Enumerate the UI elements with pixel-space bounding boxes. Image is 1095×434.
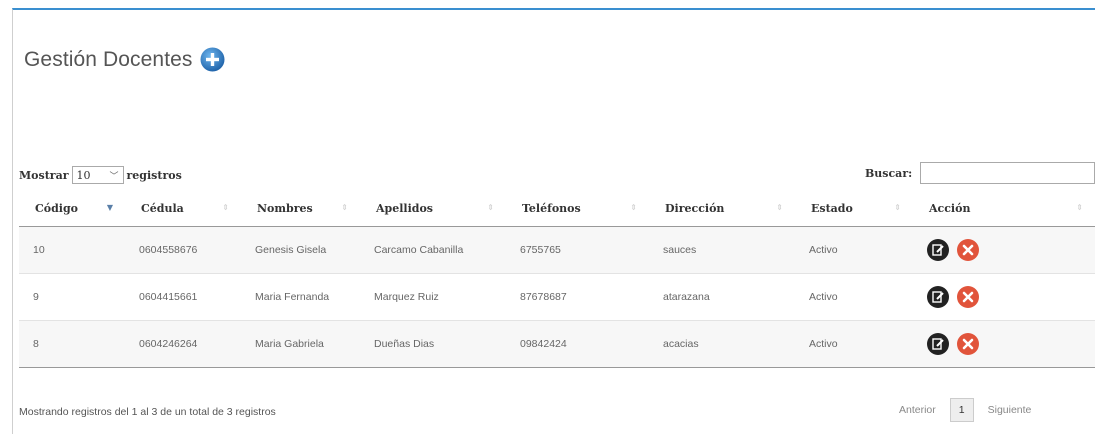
row-actions — [927, 286, 1095, 308]
col-direccion[interactable]: Dirección ⇕ — [649, 190, 795, 227]
prev-page-button[interactable]: Anterior — [889, 399, 946, 421]
plus-circle-icon — [200, 47, 225, 72]
cell-cedula: 0604246264 — [125, 320, 241, 368]
cell-estado: Activo — [795, 273, 913, 321]
cell-codigo: 8 — [19, 320, 125, 368]
delete-icon[interactable] — [957, 333, 979, 355]
sort-icon: ⇕ — [222, 202, 229, 212]
col-codigo[interactable]: Código ▼ — [19, 190, 125, 227]
x-icon — [962, 244, 974, 256]
search-label: Buscar: — [865, 166, 913, 180]
docentes-table: Código ▼ Cédula ⇕ Nombres ⇕ Apellidos ⇕ Telé… — [19, 190, 1095, 368]
cell-nombres: Maria Fernanda — [241, 273, 360, 321]
edit-icon[interactable] — [927, 286, 949, 308]
add-docente-button[interactable] — [200, 47, 225, 72]
cell-direccion: sauces — [649, 226, 795, 274]
page-1-button[interactable]: 1 — [949, 398, 974, 422]
cell-nombres: Maria Gabriela — [241, 320, 360, 368]
x-icon — [962, 291, 974, 303]
sort-icon: ⇕ — [1076, 202, 1083, 212]
search-input[interactable] — [920, 162, 1095, 184]
delete-icon[interactable] — [957, 286, 979, 308]
sort-icon: ⇕ — [487, 202, 494, 212]
sort-icon: ⇕ — [894, 202, 901, 212]
col-apellidos[interactable]: Apellidos ⇕ — [360, 190, 506, 227]
search: Buscar: — [865, 162, 1095, 184]
table-row: 9 0604415661 Maria Fernanda Marquez Ruiz 876… — [19, 273, 1095, 321]
sort-desc-icon: ▼ — [106, 202, 113, 212]
cell-cedula: 0604415661 — [125, 273, 241, 321]
show-label: Mostrar — [19, 168, 69, 182]
cell-direccion: acacias — [649, 320, 795, 368]
cell-direccion: atarazana — [649, 273, 795, 321]
edit-icon[interactable] — [927, 333, 949, 355]
cell-telefono: 09842424 — [506, 320, 649, 368]
col-cedula[interactable]: Cédula ⇕ — [125, 190, 241, 227]
col-nombres[interactable]: Nombres ⇕ — [241, 190, 360, 227]
pagination: Anterior 1 Siguiente — [889, 398, 1041, 422]
col-estado[interactable]: Estado ⇕ — [795, 190, 913, 227]
page-length: Mostrar 10 ﹀ registros — [19, 166, 182, 184]
page-size-value: 10 — [76, 168, 91, 182]
title-row: Gestión Docentes — [24, 47, 225, 72]
sort-icon: ⇕ — [341, 202, 348, 212]
col-telefonos[interactable]: Teléfonos ⇕ — [506, 190, 649, 227]
sort-icon: ⇕ — [776, 202, 783, 212]
cell-apellidos: Dueñas Dias — [360, 320, 506, 368]
cell-accion — [913, 320, 1095, 368]
table-controls: Mostrar 10 ﹀ registros Buscar: — [19, 162, 1095, 186]
table-header-row: Código ▼ Cédula ⇕ Nombres ⇕ Apellidos ⇕ Telé… — [19, 190, 1095, 227]
records-info: Mostrando registros del 1 al 3 de un tot… — [19, 406, 276, 418]
row-actions — [927, 239, 1095, 261]
next-page-button[interactable]: Siguiente — [978, 399, 1042, 421]
cell-apellidos: Marquez Ruiz — [360, 273, 506, 321]
cell-telefono: 6755765 — [506, 226, 649, 274]
pencil-icon — [932, 291, 944, 303]
cell-codigo: 9 — [19, 273, 125, 321]
cell-accion — [913, 226, 1095, 274]
edit-icon[interactable] — [927, 239, 949, 261]
sort-icon: ⇕ — [630, 202, 637, 212]
cell-nombres: Genesis Gisela — [241, 226, 360, 274]
row-actions — [927, 333, 1095, 355]
pencil-icon — [932, 338, 944, 350]
x-icon — [962, 338, 974, 350]
cell-estado: Activo — [795, 320, 913, 368]
cell-apellidos: Carcamo Cabanilla — [360, 226, 506, 274]
page-title: Gestión Docentes — [24, 47, 193, 71]
table-row: 10 0604558676 Genesis Gisela Carcamo Cabani… — [19, 226, 1095, 274]
table-row: 8 0604246264 Maria Gabriela Dueñas Dias 0984… — [19, 320, 1095, 368]
cell-telefono: 87678687 — [506, 273, 649, 321]
cell-accion — [913, 273, 1095, 321]
cell-estado: Activo — [795, 226, 913, 274]
chevron-down-icon: ﹀ — [109, 171, 119, 182]
table-body: 10 0604558676 Genesis Gisela Carcamo Cabani… — [19, 226, 1095, 368]
pencil-icon — [932, 244, 944, 256]
records-label: registros — [126, 168, 182, 182]
delete-icon[interactable] — [957, 239, 979, 261]
cell-cedula: 0604558676 — [125, 226, 241, 274]
cell-codigo: 10 — [19, 226, 125, 274]
col-accion[interactable]: Acción ⇕ — [913, 190, 1095, 227]
page-size-select[interactable]: 10 ﹀ — [71, 166, 124, 184]
